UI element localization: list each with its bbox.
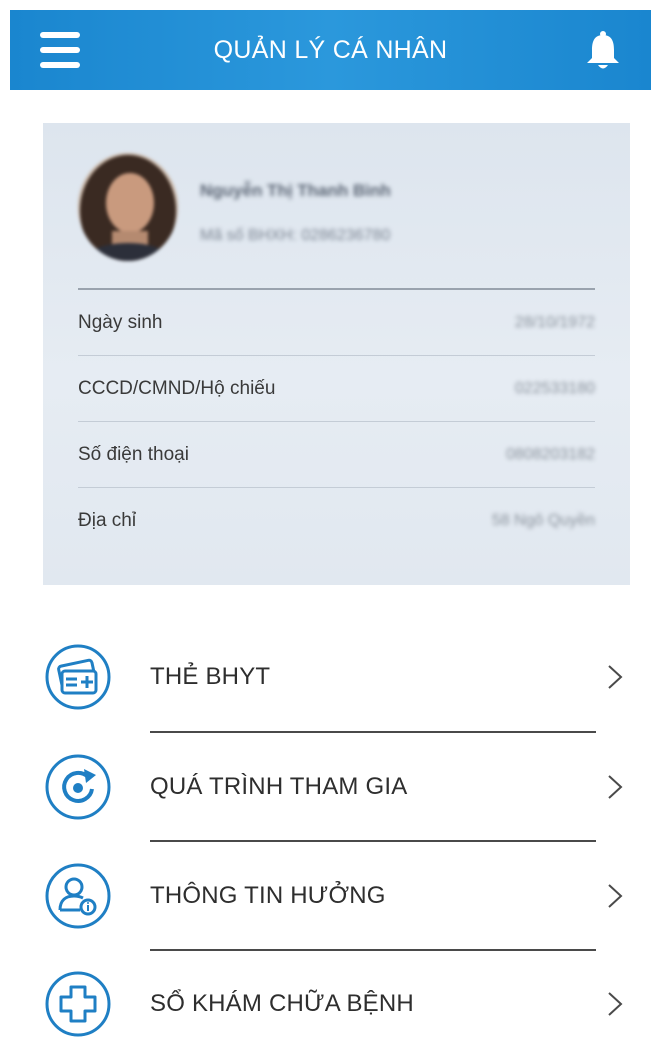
info-label: Địa chỉ: [78, 510, 137, 531]
info-label: Ngày sinh: [78, 312, 163, 333]
profile-social-insurance-id: Mã số BHXH: 0286236780: [200, 227, 391, 244]
info-label: CCCD/CMND/Hộ chiếu: [78, 378, 276, 399]
medical-cross-icon: [45, 971, 111, 1037]
health-card-icon: [45, 644, 111, 710]
menu-item-participation-history[interactable]: QUÁ TRÌNH THAM GIA: [44, 751, 626, 823]
menu-item-label: THÔNG TIN HƯỞNG: [150, 882, 386, 909]
app-header: QUẢN LÝ CÁ NHÂN: [10, 10, 651, 90]
info-row-birthdate: Ngày sinh 28/10/1972: [78, 290, 595, 356]
page-title: QUẢN LÝ CÁ NHÂN: [213, 35, 448, 64]
menu-item-medical-record[interactable]: SỔ KHÁM CHỮA BỆNH: [44, 968, 626, 1040]
chevron-right-icon: [608, 665, 623, 689]
info-row-address: Địa chỉ 58 Ngô Quyền: [78, 488, 595, 554]
info-row-id-number: CCCD/CMND/Hộ chiếu 022533180: [78, 356, 595, 422]
info-label: Số điện thoại: [78, 444, 189, 465]
menu-item-benefit-info[interactable]: THÔNG TIN HƯỞNG: [44, 860, 626, 932]
bell-icon[interactable]: [585, 30, 621, 72]
info-value: 022533180: [514, 380, 595, 397]
info-row-phone: Số điện thoại 0808203182: [78, 422, 595, 488]
divider: [150, 731, 596, 733]
chevron-right-icon: [608, 775, 623, 799]
menu-item-health-card[interactable]: THẺ BHYT: [44, 641, 626, 713]
menu-item-label: THẺ BHYT: [150, 663, 271, 690]
info-value: 58 Ngô Quyền: [491, 512, 595, 529]
chevron-right-icon: [608, 992, 623, 1016]
info-value: 28/10/1972: [514, 314, 595, 331]
profile-name: Nguyễn Thị Thanh Bình: [200, 181, 391, 200]
avatar: [78, 153, 178, 261]
user-info-icon: [45, 863, 111, 929]
divider: [150, 949, 596, 951]
info-value: 0808203182: [506, 446, 595, 463]
history-refresh-icon: [45, 754, 111, 820]
chevron-right-icon: [608, 884, 623, 908]
profile-card: Nguyễn Thị Thanh Bình Mã số BHXH: 028623…: [43, 123, 630, 585]
menu-item-label: SỔ KHÁM CHỮA BỆNH: [150, 990, 414, 1017]
divider: [150, 840, 596, 842]
menu-item-label: QUÁ TRÌNH THAM GIA: [150, 773, 408, 800]
hamburger-menu-icon[interactable]: [40, 32, 80, 68]
